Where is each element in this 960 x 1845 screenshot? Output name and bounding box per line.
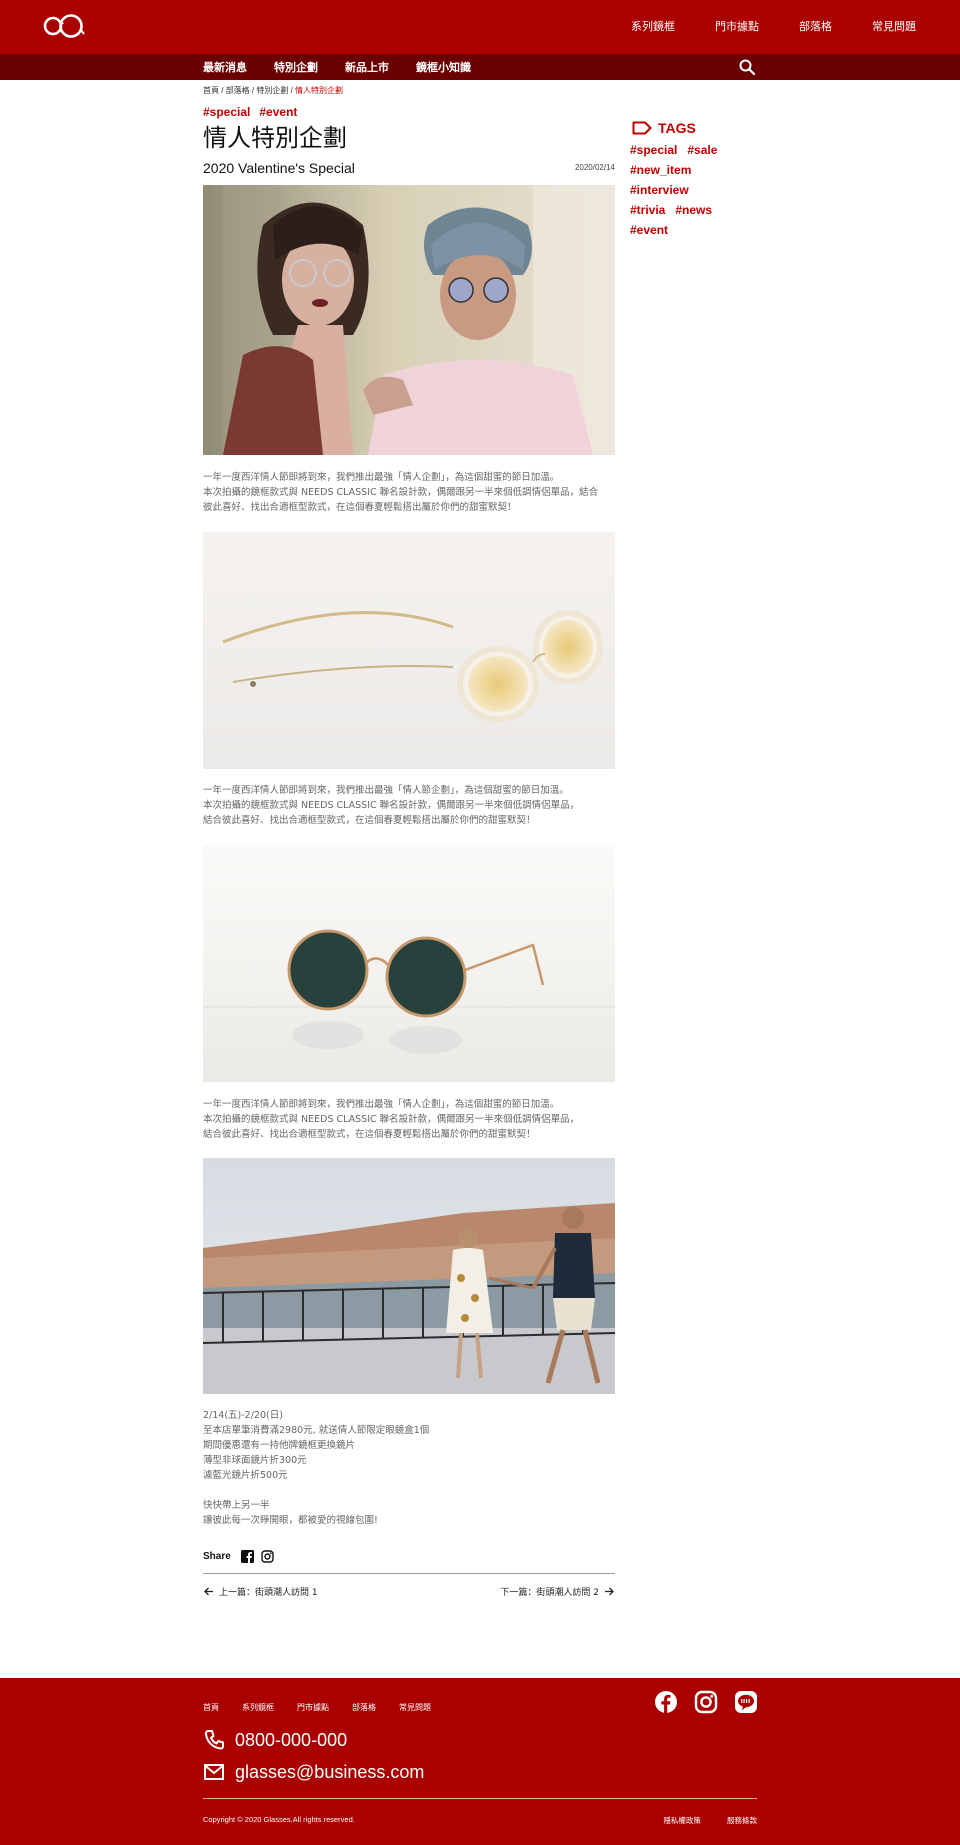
tag-list: #special #sale #new_item#interview #trivi… [630,140,770,240]
blog-category-nav: 最新消息 特別企劃 新品上市 鏡框小知識 [203,54,498,80]
tag-interview[interactable]: #interview [630,180,689,200]
nav-faq[interactable]: 常見問題 [872,0,916,54]
footer-nav: 首頁 系列鏡框 門市據點 部落格 常見問題 [203,1702,454,1713]
footer: 首頁 系列鏡框 門市據點 部落格 常見問題 0800-000-000 glass… [0,1678,960,1845]
article-paragraph-1: 一年一度西洋情人節即將到來，我們推出最強「情人企劃」，為這個甜蜜的節日加溫。 本… [203,472,599,513]
page-subtitle: 2020 Valentine's Special [203,160,355,176]
nav-blog[interactable]: 部落格 [799,0,832,54]
phone-icon [204,1730,224,1750]
sub-bar: 最新消息 特別企劃 新品上市 鏡框小知識 [0,54,960,80]
post-tag-special[interactable]: #special [203,105,250,119]
breadcrumb-blog[interactable]: 部落格 [226,86,250,95]
instagram-icon[interactable] [694,1690,718,1714]
instagram-icon[interactable] [261,1549,274,1563]
subnav-trivia[interactable]: 鏡框小知識 [416,59,471,75]
footer-phone[interactable]: 0800-000-000 [203,1729,347,1751]
pager-divider [203,1573,615,1574]
footer-nav-home[interactable]: 首頁 [203,1702,219,1713]
tags-sidebar: TAGS #special #sale #new_item#interview #… [630,118,770,240]
next-post-link[interactable]: 下一篇：街頭潮人訪問 2 [500,1585,615,1598]
facebook-icon[interactable] [654,1690,678,1714]
footer-nav-faq[interactable]: 常見問題 [399,1702,431,1713]
tag-trivia[interactable]: #trivia [630,200,665,220]
glasses-logo-icon[interactable] [43,13,85,39]
footer-nav-stores[interactable]: 門市據點 [297,1702,329,1713]
footer-nav-frames[interactable]: 系列鏡框 [242,1702,274,1713]
post-tag-event[interactable]: #event [259,105,297,119]
white-sunglasses-image [203,532,615,769]
tag-new-item[interactable]: #new_item [630,160,691,180]
article-paragraph-2: 一年一度西洋情人節即將到來，我們推出最強「情人節企劃」，為這個甜蜜的節日加溫。 … [203,785,580,826]
footer-social [654,1690,774,1714]
top-bar: 系列鏡框 門市據點 部落格 常見問題 [0,0,960,54]
post-date: 2020/02/14 [574,163,615,172]
subnav-special[interactable]: 特別企劃 [274,59,318,75]
footer-nav-blog[interactable]: 部落格 [352,1702,376,1713]
gold-sunglasses-image [203,845,615,1082]
prev-post-link[interactable]: 上一篇：街頭潮人訪問 1 [203,1585,318,1598]
breadcrumb: 首頁 / 部落格 / 特別企劃 / 情人特別企劃 [203,86,344,95]
subnav-news[interactable]: 最新消息 [203,59,247,75]
footer-email[interactable]: glasses@business.com [203,1761,424,1783]
post-pager: 上一篇：街頭潮人訪問 1 下一篇：街頭潮人訪問 2 [203,1585,615,1599]
post-tags: #special #event [203,103,615,119]
facebook-icon[interactable] [240,1549,254,1563]
tag-special[interactable]: #special [630,140,677,160]
privacy-policy-link[interactable]: 隱私權政策 [663,1816,701,1825]
breadcrumb-home[interactable]: 首頁 [203,86,219,95]
tag-event[interactable]: #event [630,220,668,240]
page-title: 情人特別企劃 [203,124,347,152]
tags-heading: TAGS [630,118,770,138]
breadcrumb-special[interactable]: 特別企劃 [256,86,288,95]
subnav-new-items[interactable]: 新品上市 [345,59,389,75]
nav-frames[interactable]: 系列鏡框 [631,0,675,54]
main-nav: 系列鏡框 門市據點 部落格 常見問題 [591,0,916,54]
couple-portrait-image [203,185,615,455]
terms-link[interactable]: 服務條款 [727,1816,757,1825]
arrow-right-icon [605,1587,614,1596]
promo-details: 2/14(五)-2/20(日) 至本店單筆消費滿2980元, 就送情人節限定眼鏡… [203,1410,430,1526]
mail-icon [204,1764,224,1780]
footer-divider [203,1798,757,1799]
share-row: Share [203,1546,615,1566]
nav-stores[interactable]: 門市據點 [715,0,759,54]
footer-legal-links: 隱私權政策 服務條款 [639,1815,757,1826]
tag-news[interactable]: #news [675,200,712,220]
couple-walking-image [203,1158,615,1394]
copyright: Copyright © 2020 Glasses.All rights rese… [203,1815,355,1824]
breadcrumb-current: 情人特別企劃 [295,86,344,95]
tag-sale[interactable]: #sale [687,140,717,160]
arrow-left-icon [204,1587,213,1596]
article-paragraph-3: 一年一度西洋情人節即將到來，我們推出最強「情人企劃」，為這個甜蜜的節日加溫。 本… [203,1099,580,1140]
share-label: Share [203,1550,231,1562]
title-row: 2020 Valentine's Special 2020/02/14 [203,159,615,177]
article: 首頁 / 部落格 / 特別企劃 / 情人特別企劃 #special #event … [203,80,615,1598]
tag-icon [632,121,652,135]
search-icon[interactable] [738,58,756,76]
line-icon[interactable] [734,1690,758,1714]
